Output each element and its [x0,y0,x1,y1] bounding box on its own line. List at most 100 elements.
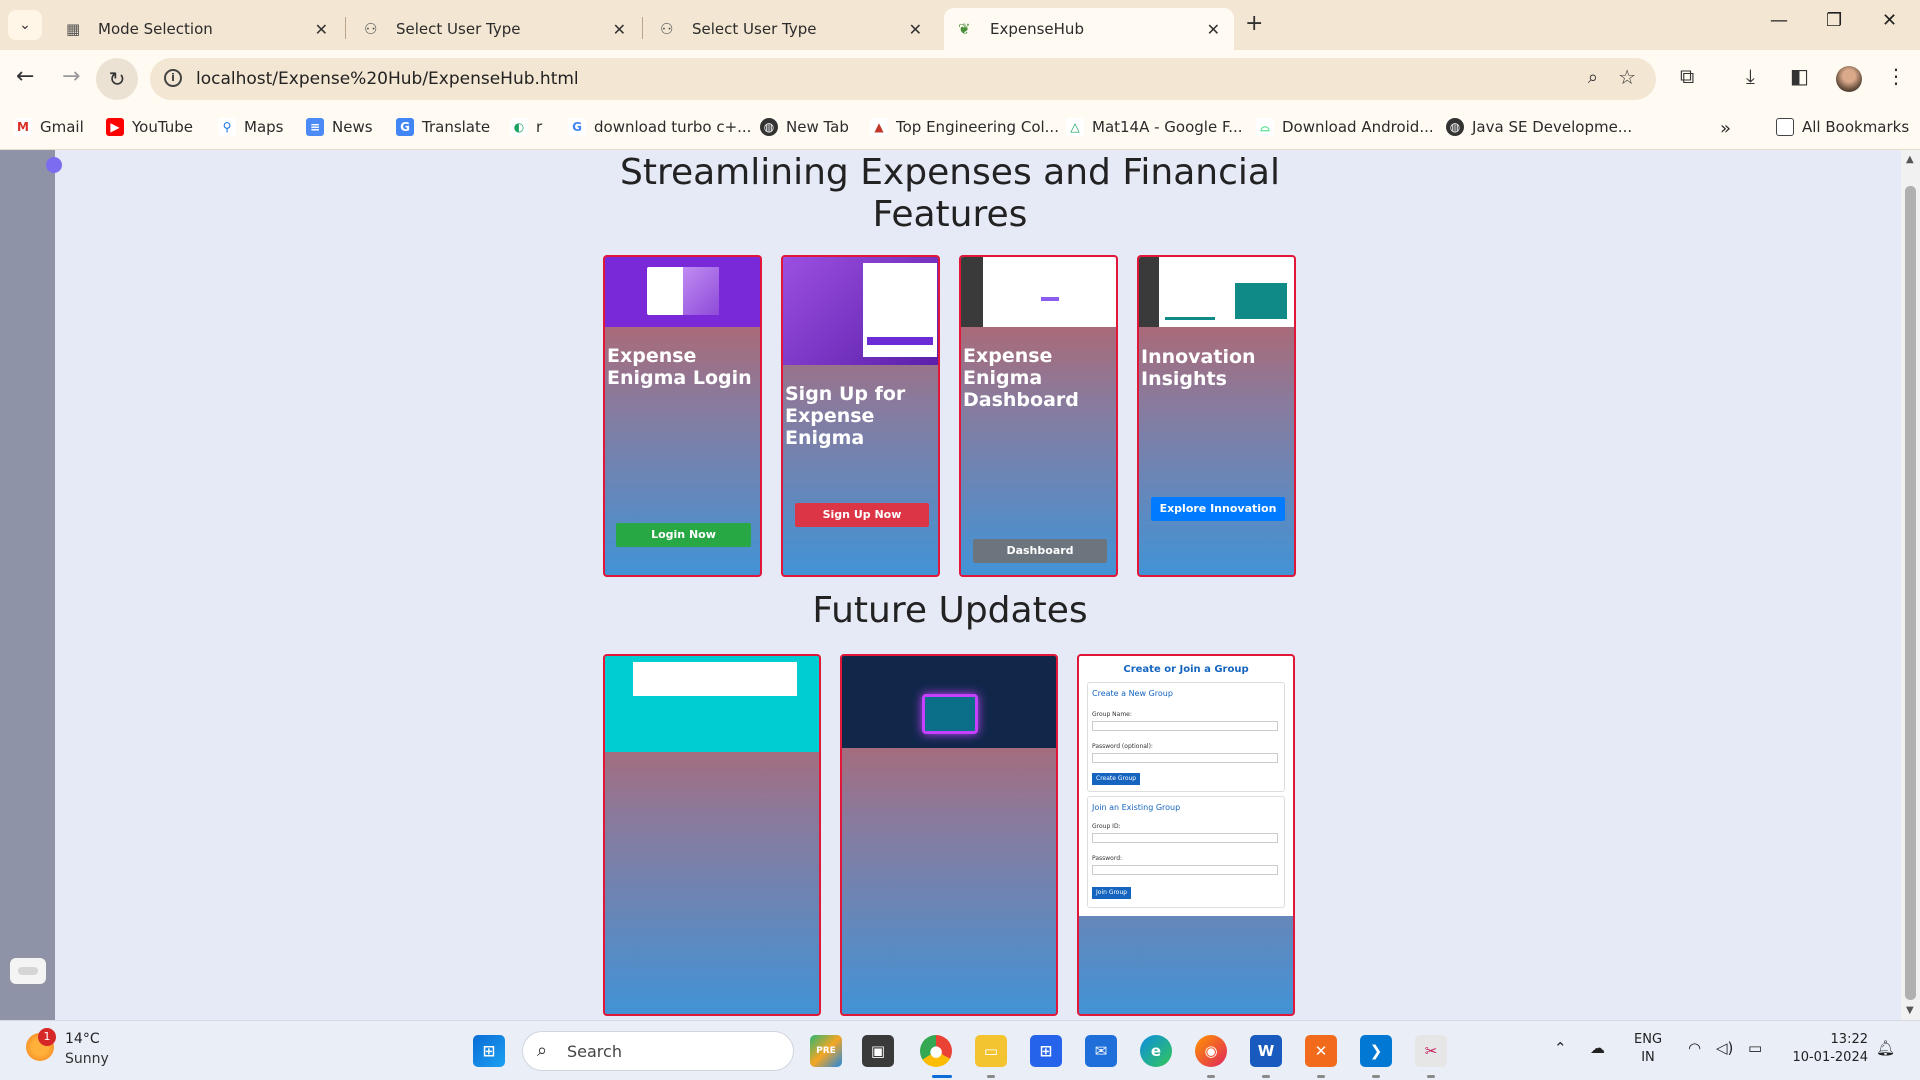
wifi-icon[interactable]: ◠ [1688,1039,1701,1057]
bookmarks-bar: M Gmail ▶ YouTube ⚲ Maps ≡ News G Translate ◐… [0,108,1920,150]
restore-button[interactable]: ❐ [1826,10,1842,31]
group-name-input[interactable] [1092,721,1278,731]
windows-start-icon[interactable]: ⊞ [473,1035,505,1067]
mail-icon[interactable]: ✉ [1085,1035,1117,1067]
android-icon: ⌓ [1256,118,1274,136]
menu-kebab-icon[interactable]: ⋮ [1886,64,1906,88]
copilot-icon[interactable]: PRE [810,1035,842,1067]
onedrive-cloud-icon[interactable]: ☁ [1590,1039,1605,1057]
bookmark-r[interactable]: ◐ r [510,118,542,136]
side-panel-icon[interactable]: ◧ [1790,64,1809,88]
scroll-up-icon[interactable]: ▲ [1906,154,1914,165]
grid-icon: ▦ [66,20,81,38]
bookmark-gmail[interactable]: M Gmail [14,118,84,136]
language-indicator[interactable]: ENG IN [1634,1031,1662,1067]
new-tab-button[interactable]: + [1245,11,1263,36]
feature-card-login: Expense Enigma Login Login Now [603,255,762,577]
close-icon[interactable]: ✕ [613,20,626,39]
login-now-button[interactable]: Login Now [616,523,751,547]
tab-expensehub[interactable]: ❦ ExpenseHub ✕ [944,8,1234,50]
battery-icon[interactable]: ▭ [1748,1039,1762,1057]
sign-up-now-button[interactable]: Sign Up Now [795,503,929,527]
close-icon[interactable]: ✕ [1207,20,1220,39]
password-optional-input[interactable] [1092,753,1278,763]
globe-icon: ◍ [1446,118,1464,136]
dashboard-button[interactable]: Dashboard [973,539,1107,563]
tab-select-user-type[interactable]: ⚇ Select User Type ✕ [646,8,936,50]
close-icon[interactable]: ✕ [909,20,922,39]
password-input[interactable] [1092,865,1278,875]
volume-icon[interactable]: ◁) [1716,1039,1733,1057]
page-title: Streamlining Expenses and Financial Feat… [620,152,1280,235]
avatar[interactable] [1836,66,1862,92]
back-arrow-icon[interactable]: ← [16,64,34,89]
bookmark-maps[interactable]: ⚲ Maps [218,118,283,136]
theme-toggle[interactable] [10,958,46,984]
address-bar[interactable]: i localhost/Expense%20Hub/ExpenseHub.htm… [150,58,1656,100]
snipping-tool-icon[interactable]: ✂ [1415,1035,1447,1067]
group-id-input[interactable] [1092,833,1278,843]
globe-icon: ◍ [760,118,778,136]
file-explorer-icon[interactable]: ▭ [975,1035,1007,1067]
chrome-icon[interactable]: ● [920,1035,952,1067]
running-indicator [1372,1075,1380,1078]
tab-search-button[interactable]: ⌄ [8,10,42,40]
bookmark-top-engineering[interactable]: ▲ Top Engineering Col... [870,118,1059,136]
zoom-icon[interactable]: ⌕ [1588,67,1598,88]
word-icon[interactable]: W [1250,1035,1282,1067]
tab-select-user-type[interactable]: ⚇ Select User Type ✕ [350,8,640,50]
bookmark-download-turbo[interactable]: Gdownload turbo c+... [568,118,751,136]
running-indicator [1207,1075,1215,1078]
running-indicator [987,1075,995,1078]
star-icon[interactable]: ☆ [1618,65,1636,89]
scroll-down-icon[interactable]: ▼ [1906,1005,1914,1016]
system-clock[interactable]: 13:22 10-01-2024 [1788,1031,1868,1067]
tab-title: Mode Selection [98,20,213,38]
tab-mode-selection[interactable]: ▦ Mode Selection ✕ [52,8,342,50]
task-view-icon[interactable]: ▣ [862,1035,894,1067]
bookmark-label: News [332,118,373,136]
bookmark-mat14a[interactable]: △ Mat14A - Google F... [1066,118,1243,136]
all-bookmarks[interactable]: All Bookmarks [1776,118,1909,136]
url-text[interactable]: localhost/Expense%20Hub/ExpenseHub.html [196,69,579,89]
tab-strip: ⌄ ▦ Mode Selection ✕ ⚇ Select User Type … [0,0,1920,50]
group-form-screenshot: Create or Join a Group Create a New Grou… [1079,656,1293,916]
tab-title: Select User Type [692,20,817,38]
feature-card-signup: Sign Up for Expense Enigma Sign Up Now [781,255,940,577]
extensions-icon[interactable]: ⧉ [1680,64,1694,88]
bookmark-news[interactable]: ≡ News [306,118,373,136]
page-scrollbar[interactable]: ▲ ▼ [1901,150,1920,1020]
notification-bell-icon[interactable]: 🔔︎ [1876,1039,1895,1057]
maps-pin-icon: ⚲ [218,118,236,136]
download-icon[interactable]: ⤓ [1746,64,1755,88]
forward-arrow-icon[interactable]: → [62,64,80,89]
close-icon[interactable]: ✕ [315,20,328,39]
microsoft-store-icon[interactable]: ⊞ [1030,1035,1062,1067]
edge-icon[interactable]: e [1140,1035,1172,1067]
more-bookmarks-icon[interactable]: » [1720,118,1731,139]
future-preview-screenshot [605,656,819,752]
bookmark-translate[interactable]: G Translate [396,118,490,136]
join-group-button[interactable]: Join Group [1092,887,1132,899]
minimize-button[interactable]: — [1770,10,1788,31]
running-indicator [1262,1075,1270,1078]
bookmark-label: Gmail [40,118,84,136]
bookmark-youtube[interactable]: ▶ YouTube [106,118,193,136]
scroll-thumb[interactable] [1905,186,1916,1000]
taskbar-search[interactable]: ⌕ Search [522,1031,794,1071]
vscode-icon[interactable]: ❯ [1360,1035,1392,1067]
close-window-button[interactable]: ✕ [1882,10,1897,31]
bookmark-new-tab[interactable]: ◍ New Tab [760,118,849,136]
firefox-icon[interactable]: ◉ [1195,1035,1227,1067]
reload-icon[interactable]: ↻ [96,58,138,100]
bookmark-java-se[interactable]: ◍ Java SE Developme... [1446,118,1632,136]
chevron-up-icon[interactable]: ⌃ [1554,1039,1567,1057]
xampp-icon[interactable]: ✕ [1305,1035,1337,1067]
weather-condition[interactable]: Sunny [65,1051,109,1067]
info-icon[interactable]: i [164,69,182,87]
bookmark-download-android[interactable]: ⌓ Download Android... [1256,118,1434,136]
explore-innovation-button[interactable]: Explore Innovation [1151,497,1285,521]
create-group-button[interactable]: Create Group [1092,773,1141,785]
weather-temperature[interactable]: 14°C [65,1031,100,1047]
tab-title: ExpenseHub [990,20,1084,38]
